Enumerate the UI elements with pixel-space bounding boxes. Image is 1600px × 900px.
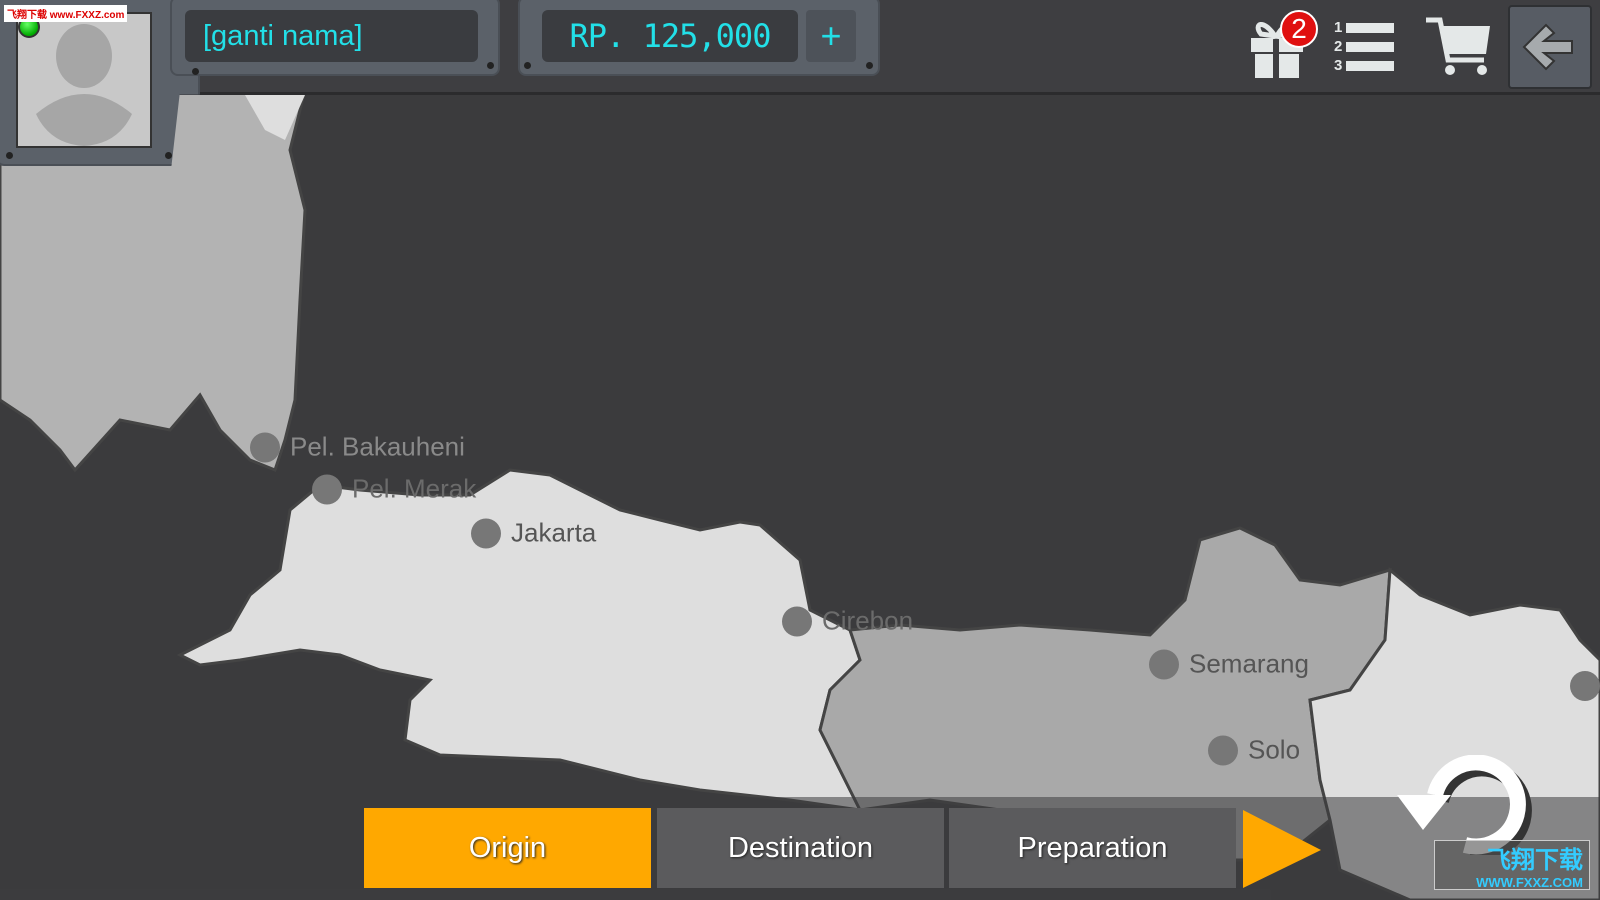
leaderboard-list-icon[interactable]: 1 2 3: [1334, 18, 1402, 76]
city-marker[interactable]: [471, 518, 501, 548]
city-label: Cirebon: [822, 605, 914, 636]
tab-label: Origin: [468, 831, 547, 864]
list-number: 3: [1334, 57, 1343, 74]
city-label: Jakarta: [511, 517, 597, 548]
city-label: Solo: [1248, 734, 1301, 765]
next-arrow-icon[interactable]: [1243, 810, 1323, 890]
money-value: RP. 125,000: [569, 17, 772, 55]
list-number: 1: [1334, 19, 1343, 36]
list-number: 2: [1334, 38, 1343, 55]
tab-destination[interactable]: Destination: [657, 808, 944, 888]
add-money-button[interactable]: +: [806, 10, 856, 62]
screw: [165, 152, 172, 159]
tab-label: Preparation: [1017, 831, 1168, 864]
city-marker[interactable]: [312, 474, 342, 504]
city-label: Pel. Merak: [352, 473, 477, 504]
gift-count-badge: 2: [1280, 10, 1318, 48]
city-marker[interactable]: [1570, 671, 1600, 701]
watermark-logo: 飞翔下载 WWW.FXXZ.COM: [1434, 840, 1590, 890]
city-semarang[interactable]: Semarang: [1149, 649, 1309, 680]
city-marker[interactable]: [1208, 735, 1238, 765]
city-marker[interactable]: [1149, 649, 1179, 679]
tab-preparation[interactable]: Preparation: [949, 808, 1236, 888]
city-pel-merak[interactable]: Pel. Merak: [312, 474, 476, 505]
back-arrow-icon: [1522, 23, 1573, 71]
screw: [192, 68, 199, 75]
user-silhouette-icon: [36, 24, 132, 146]
screw: [6, 152, 13, 159]
city-label: Pel. Bakauheni: [290, 431, 465, 462]
tab-origin[interactable]: Origin: [364, 808, 651, 888]
player-name: [ganti nama]: [203, 19, 363, 52]
city-unlabeled[interactable]: [1570, 671, 1600, 701]
city-label: Semarang: [1189, 648, 1309, 679]
tab-label: Destination: [727, 831, 874, 864]
route-map[interactable]: [0, 0, 1600, 900]
city-cirebon[interactable]: Cirebon: [782, 606, 913, 637]
shopping-cart-icon[interactable]: [1424, 16, 1494, 78]
money-display: RP. 125,000: [542, 10, 798, 62]
back-button[interactable]: [1508, 5, 1592, 89]
player-name-field[interactable]: [ganti nama]: [185, 10, 478, 62]
city-marker[interactable]: [782, 606, 812, 636]
city-jakarta[interactable]: Jakarta: [471, 518, 596, 549]
city-pel-bakauheni[interactable]: Pel. Bakauheni: [250, 432, 465, 463]
screw: [524, 62, 531, 69]
screw: [866, 62, 873, 69]
city-marker[interactable]: [250, 432, 280, 462]
screw: [487, 62, 494, 69]
city-solo[interactable]: Solo: [1208, 735, 1300, 766]
watermark-logo: 飞翔下载 www.FXXZ.com: [4, 5, 128, 22]
